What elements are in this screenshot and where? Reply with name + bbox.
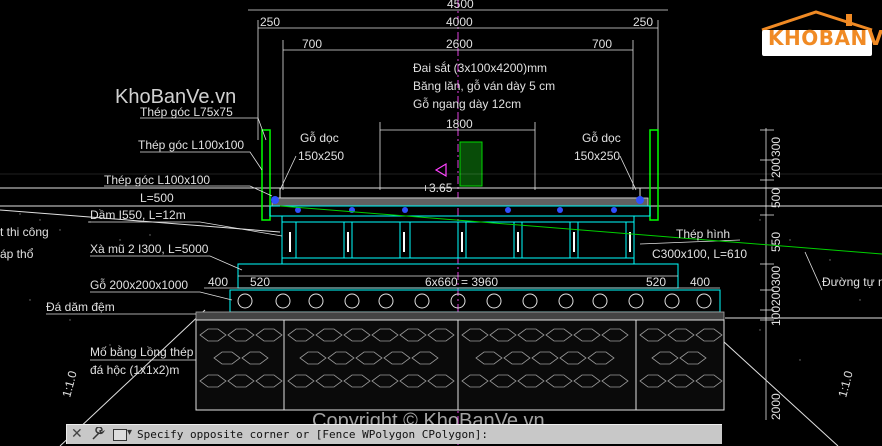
long-left-label-2: 150x250 [298,149,344,163]
dim-outer-left: 400 [208,275,228,289]
beam-stiffeners [289,232,631,252]
dim-overall: 4500 [447,0,474,11]
vdim-200b: 200 [769,286,783,306]
green-slope-line [279,205,882,255]
vdim-500: 500 [769,188,783,208]
deck [269,187,651,217]
cross-i300-label: Xà mũ 2 I300, L=5000 [90,242,209,256]
road-label: Đường tự n [822,275,882,289]
slope-right: 1:1.0 [835,369,856,399]
long-left-label-1: Gỗ dọc [300,130,339,145]
gabion-label-2: đá hộc (1x1x2)m [90,363,179,377]
dim-side-right: 250 [633,15,653,29]
gravel-layer [195,311,725,321]
close-icon[interactable]: ✕ [71,426,83,442]
command-line-bar[interactable]: ✕ ▾ Specify opposite corner or [Fence WP… [66,424,722,444]
angle-100-label: Thép góc L100x100 [138,138,244,152]
channel-label-2: C300x100, L=610 [652,247,747,261]
dim-gap-right: 700 [592,37,612,51]
vdim-550: 550 [769,232,783,252]
vdim-300b: 300 [769,266,783,286]
dim-center: 2600 [446,37,473,51]
timber-base [229,289,721,313]
slope-left: 1:1.0 [59,369,80,399]
cad-drawing-canvas[interactable]: 4500 4000 250 250 700 2600 700 1800 Đai … [0,0,882,446]
watermark-top: KhoBanVe.vn [115,86,237,108]
long-right-label-2: 150x250 [574,149,620,163]
gabion-label-1: Mố bằng Lồng thép [90,344,194,359]
command-prompt-icon[interactable] [113,429,127,441]
beam-i550-label: Dầm I550, L=12m [90,208,186,222]
main-beams [281,215,635,265]
dim-base-left: 520 [250,275,270,289]
dim-gap-left: 700 [302,37,322,51]
deck-board-label: Băng lăn, gỗ ván dày 5 cm [413,78,555,93]
l500-label: L=500 [140,191,174,205]
command-line-text[interactable]: Specify opposite corner or [Fence WPolyg… [137,428,488,441]
timber-end-circles [237,293,712,309]
long-right-label-1: Gỗ dọc [582,130,621,145]
dim-side-left: 250 [260,15,280,29]
side-left-label-2: áp thổ [0,247,34,261]
angle-100b-label: Thép góc L100x100 [104,173,210,187]
vdim-100: 100 [769,306,783,326]
wrench-icon[interactable] [91,427,105,441]
vdim-200a: 200 [769,158,783,178]
dim-rail: 1800 [446,117,473,131]
gravel-label: Đá dăm đệm [46,300,115,314]
dim-spacing: 6x660 = 3960 [425,275,498,289]
timber-base-label: Gỗ 200x200x1000 [90,277,188,292]
brand-logo: KHOBANVE [758,8,882,58]
dim-outer-right: 400 [690,275,710,289]
dim-deck: 4000 [446,15,473,29]
plank-label: Đai sắt (3x100x4200)mm [413,60,547,75]
cross-beam-label: Gỗ ngang dày 12cm [413,96,521,111]
gabion [195,319,725,411]
chevron-down-icon[interactable]: ▾ [127,427,132,438]
vdim-300: 300 [769,137,783,157]
dim-base-right: 520 [646,275,666,289]
channel-label-1: Thép hình [676,227,730,241]
vdim-2000: 2000 [769,393,783,420]
brand-logo-text: KHOBANVE [768,26,882,50]
side-left-label-1: t thi công [0,225,49,239]
